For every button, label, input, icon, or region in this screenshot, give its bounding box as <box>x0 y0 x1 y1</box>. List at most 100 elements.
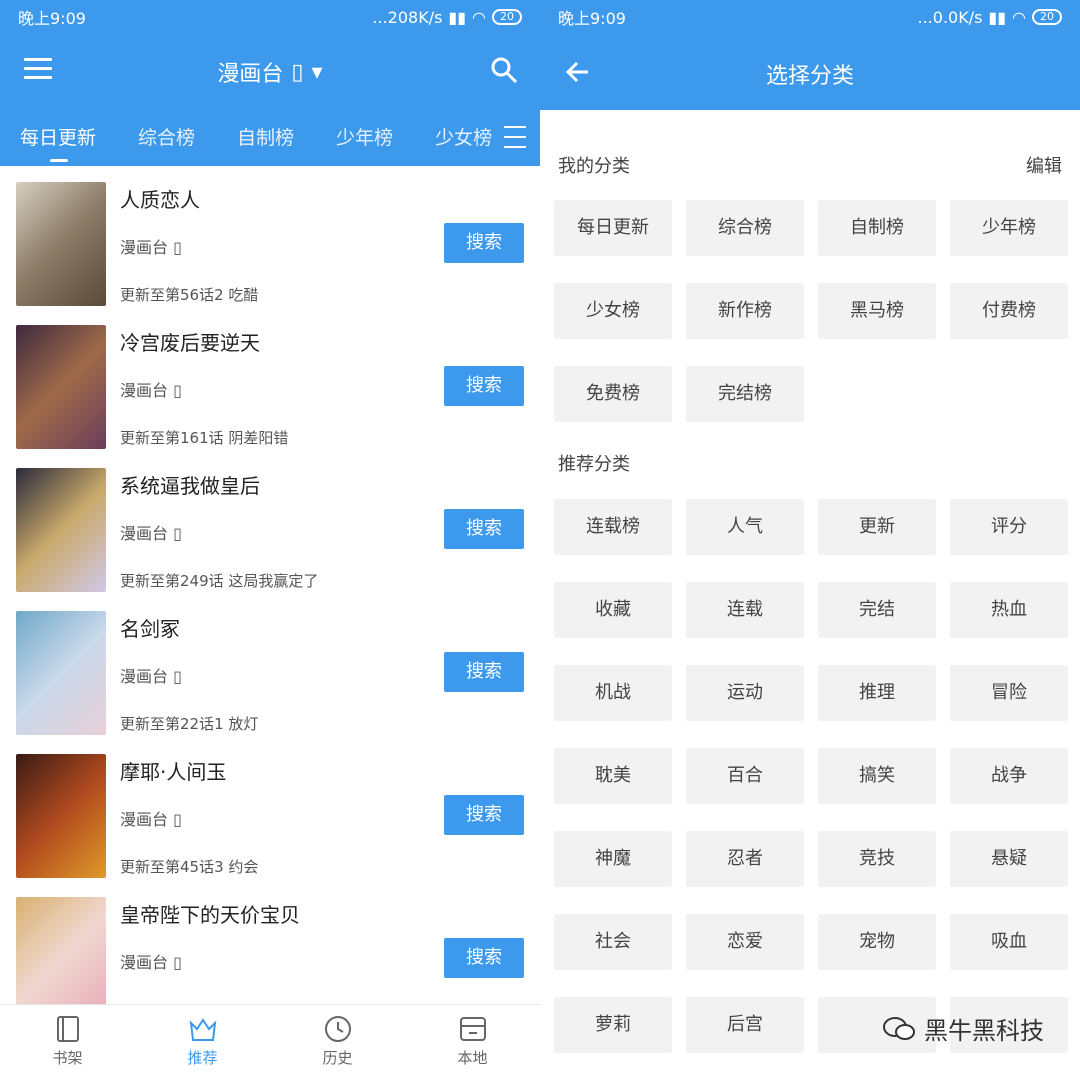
category-chip[interactable]: 新作榜 <box>686 283 804 339</box>
category-chip[interactable]: 少女榜 <box>554 283 672 339</box>
comic-source: 漫画台 ▯ <box>120 667 182 686</box>
status-bar: 晚上9:09 ...0.0K/s ▮▮ ◠ 20 <box>540 0 1080 34</box>
category-chip[interactable]: 更新 <box>818 499 936 555</box>
status-time: 晚上9:09 <box>558 9 626 28</box>
category-chip[interactable]: 竞技 <box>818 831 936 887</box>
category-chip[interactable]: 冒险 <box>950 665 1068 721</box>
cover-image <box>16 325 106 449</box>
category-chip[interactable]: 推理 <box>818 665 936 721</box>
signal-icon: ▮▮ <box>448 7 467 27</box>
page-title: 选择分类 <box>765 64 854 89</box>
category-chip[interactable]: 免费榜 <box>554 366 672 422</box>
right-screen: 晚上9:09 ...0.0K/s ▮▮ ◠ 20 选择分类 我的分类 编辑 每日… <box>540 0 1080 1080</box>
comic-source: 漫画台 ▯ <box>120 524 182 543</box>
crown-icon <box>189 1018 216 1041</box>
comic-source: 漫画台 ▯ <box>120 953 182 972</box>
nav-bookshelf[interactable]: 书架 <box>0 1005 135 1080</box>
category-chip[interactable]: 战争 <box>950 748 1068 804</box>
more-tabs-icon[interactable] <box>504 126 526 148</box>
category-chip[interactable]: 耽美 <box>554 748 672 804</box>
list-item[interactable]: 皇帝陛下的天价宝贝 漫画台 ▯ 搜索 <box>0 881 540 1006</box>
network-speed: ...208K/s <box>372 7 443 27</box>
battery-icon: 20 <box>1032 9 1062 25</box>
category-chip[interactable]: 后宫 <box>686 997 804 1053</box>
comic-title: 系统逼我做皇后 <box>120 474 260 498</box>
status-bar: 晚上9:09 ...208K/s ▮▮ ◠ 20 <box>0 0 540 34</box>
search-button[interactable]: 搜索 <box>444 366 524 406</box>
update-text: 更新至第161话 阴差阳错 <box>120 429 289 447</box>
comic-source: 漫画台 ▯ <box>120 810 182 829</box>
cover-image <box>16 611 106 735</box>
watermark: 黑牛黑科技 <box>882 1011 1044 1046</box>
tab-original[interactable]: 自制榜 <box>237 110 294 166</box>
comic-source: 漫画台 ▯ <box>120 381 182 400</box>
my-categories-grid: 每日更新 综合榜 自制榜 少年榜 少女榜 新作榜 黑马榜 付费榜 免费榜 完结榜 <box>554 200 1068 422</box>
search-button[interactable]: 搜索 <box>444 938 524 978</box>
category-chip[interactable]: 评分 <box>950 499 1068 555</box>
edit-button[interactable]: 编辑 <box>1026 152 1062 178</box>
left-screen: 晚上9:09 ...208K/s ▮▮ ◠ 20 漫画台 ▯ ▾ 每日更新 综合… <box>0 0 540 1080</box>
category-chip[interactable]: 忍者 <box>686 831 804 887</box>
nav-history[interactable]: 历史 <box>270 1005 405 1080</box>
chevron-down-icon: ▾ <box>311 59 323 85</box>
category-chip[interactable]: 完结榜 <box>686 366 804 422</box>
cover-image <box>16 182 106 306</box>
comic-list: 人质恋人 漫画台 ▯ 搜索 更新至第56话2 吃醋 冷宫废后要逆天 漫画台 ▯ … <box>0 166 540 1006</box>
list-item[interactable]: 系统逼我做皇后 漫画台 ▯ 搜索 更新至第249话 这局我赢定了 <box>0 452 540 595</box>
menu-icon[interactable] <box>24 58 52 82</box>
top-app-bar: 漫画台 ▯ ▾ <box>0 34 540 110</box>
category-chip[interactable]: 热血 <box>950 582 1068 638</box>
category-chip[interactable]: 搞笑 <box>818 748 936 804</box>
signal-icon: ▮▮ <box>988 7 1007 27</box>
search-icon[interactable] <box>490 56 518 84</box>
category-chip[interactable]: 恋爱 <box>686 914 804 970</box>
store-icon <box>459 1017 486 1041</box>
bottom-nav: 书架 推荐 历史 本地 <box>0 1004 540 1080</box>
wifi-icon: ◠ <box>472 7 486 27</box>
category-chip[interactable]: 萝莉 <box>554 997 672 1053</box>
category-chip[interactable]: 悬疑 <box>950 831 1068 887</box>
category-chip[interactable]: 人气 <box>686 499 804 555</box>
search-button[interactable]: 搜索 <box>444 509 524 549</box>
tab-shoujo[interactable]: 少女榜 <box>435 110 492 166</box>
category-chip[interactable]: 付费榜 <box>950 283 1068 339</box>
tab-daily-update[interactable]: 每日更新 <box>20 110 96 166</box>
tab-overall[interactable]: 综合榜 <box>138 110 195 166</box>
cover-image <box>16 754 106 878</box>
search-button[interactable]: 搜索 <box>444 223 524 263</box>
category-chip[interactable]: 黑马榜 <box>818 283 936 339</box>
tab-shonen[interactable]: 少年榜 <box>336 110 393 166</box>
search-button[interactable]: 搜索 <box>444 652 524 692</box>
category-chip[interactable]: 机战 <box>554 665 672 721</box>
category-chip[interactable]: 收藏 <box>554 582 672 638</box>
list-item[interactable]: 人质恋人 漫画台 ▯ 搜索 更新至第56话2 吃醋 <box>0 166 540 309</box>
category-chip[interactable]: 百合 <box>686 748 804 804</box>
category-chip[interactable]: 连载 <box>686 582 804 638</box>
my-categories-title: 我的分类 <box>558 156 630 177</box>
category-chip[interactable]: 运动 <box>686 665 804 721</box>
category-chip[interactable]: 神魔 <box>554 831 672 887</box>
category-chip[interactable]: 吸血 <box>950 914 1068 970</box>
nav-local[interactable]: 本地 <box>405 1005 540 1080</box>
category-tabs: 每日更新 综合榜 自制榜 少年榜 少女榜 <box>0 110 540 166</box>
category-chip[interactable]: 完结 <box>818 582 936 638</box>
comic-title: 摩耶·人间玉 <box>120 760 227 784</box>
category-chip[interactable]: 每日更新 <box>554 200 672 256</box>
app-title[interactable]: 漫画台 ▯ ▾ <box>217 56 322 88</box>
list-item[interactable]: 摩耶·人间玉 漫画台 ▯ 搜索 更新至第45话3 约会 <box>0 738 540 881</box>
list-item[interactable]: 名剑冢 漫画台 ▯ 搜索 更新至第22话1 放灯 <box>0 595 540 738</box>
category-chip[interactable]: 自制榜 <box>818 200 936 256</box>
list-item[interactable]: 冷宫废后要逆天 漫画台 ▯ 搜索 更新至第161话 阴差阳错 <box>0 309 540 452</box>
comic-title: 冷宫废后要逆天 <box>120 331 260 355</box>
comic-title: 人质恋人 <box>120 188 200 212</box>
nav-recommend[interactable]: 推荐 <box>135 1005 270 1080</box>
wifi-icon: ◠ <box>1012 7 1026 27</box>
search-button[interactable]: 搜索 <box>444 795 524 835</box>
category-chip[interactable]: 少年榜 <box>950 200 1068 256</box>
status-time: 晚上9:09 <box>18 9 86 28</box>
category-chip[interactable]: 社会 <box>554 914 672 970</box>
category-chip[interactable]: 综合榜 <box>686 200 804 256</box>
recommended-title: 推荐分类 <box>558 454 630 475</box>
category-chip[interactable]: 连载榜 <box>554 499 672 555</box>
category-chip[interactable]: 宠物 <box>818 914 936 970</box>
